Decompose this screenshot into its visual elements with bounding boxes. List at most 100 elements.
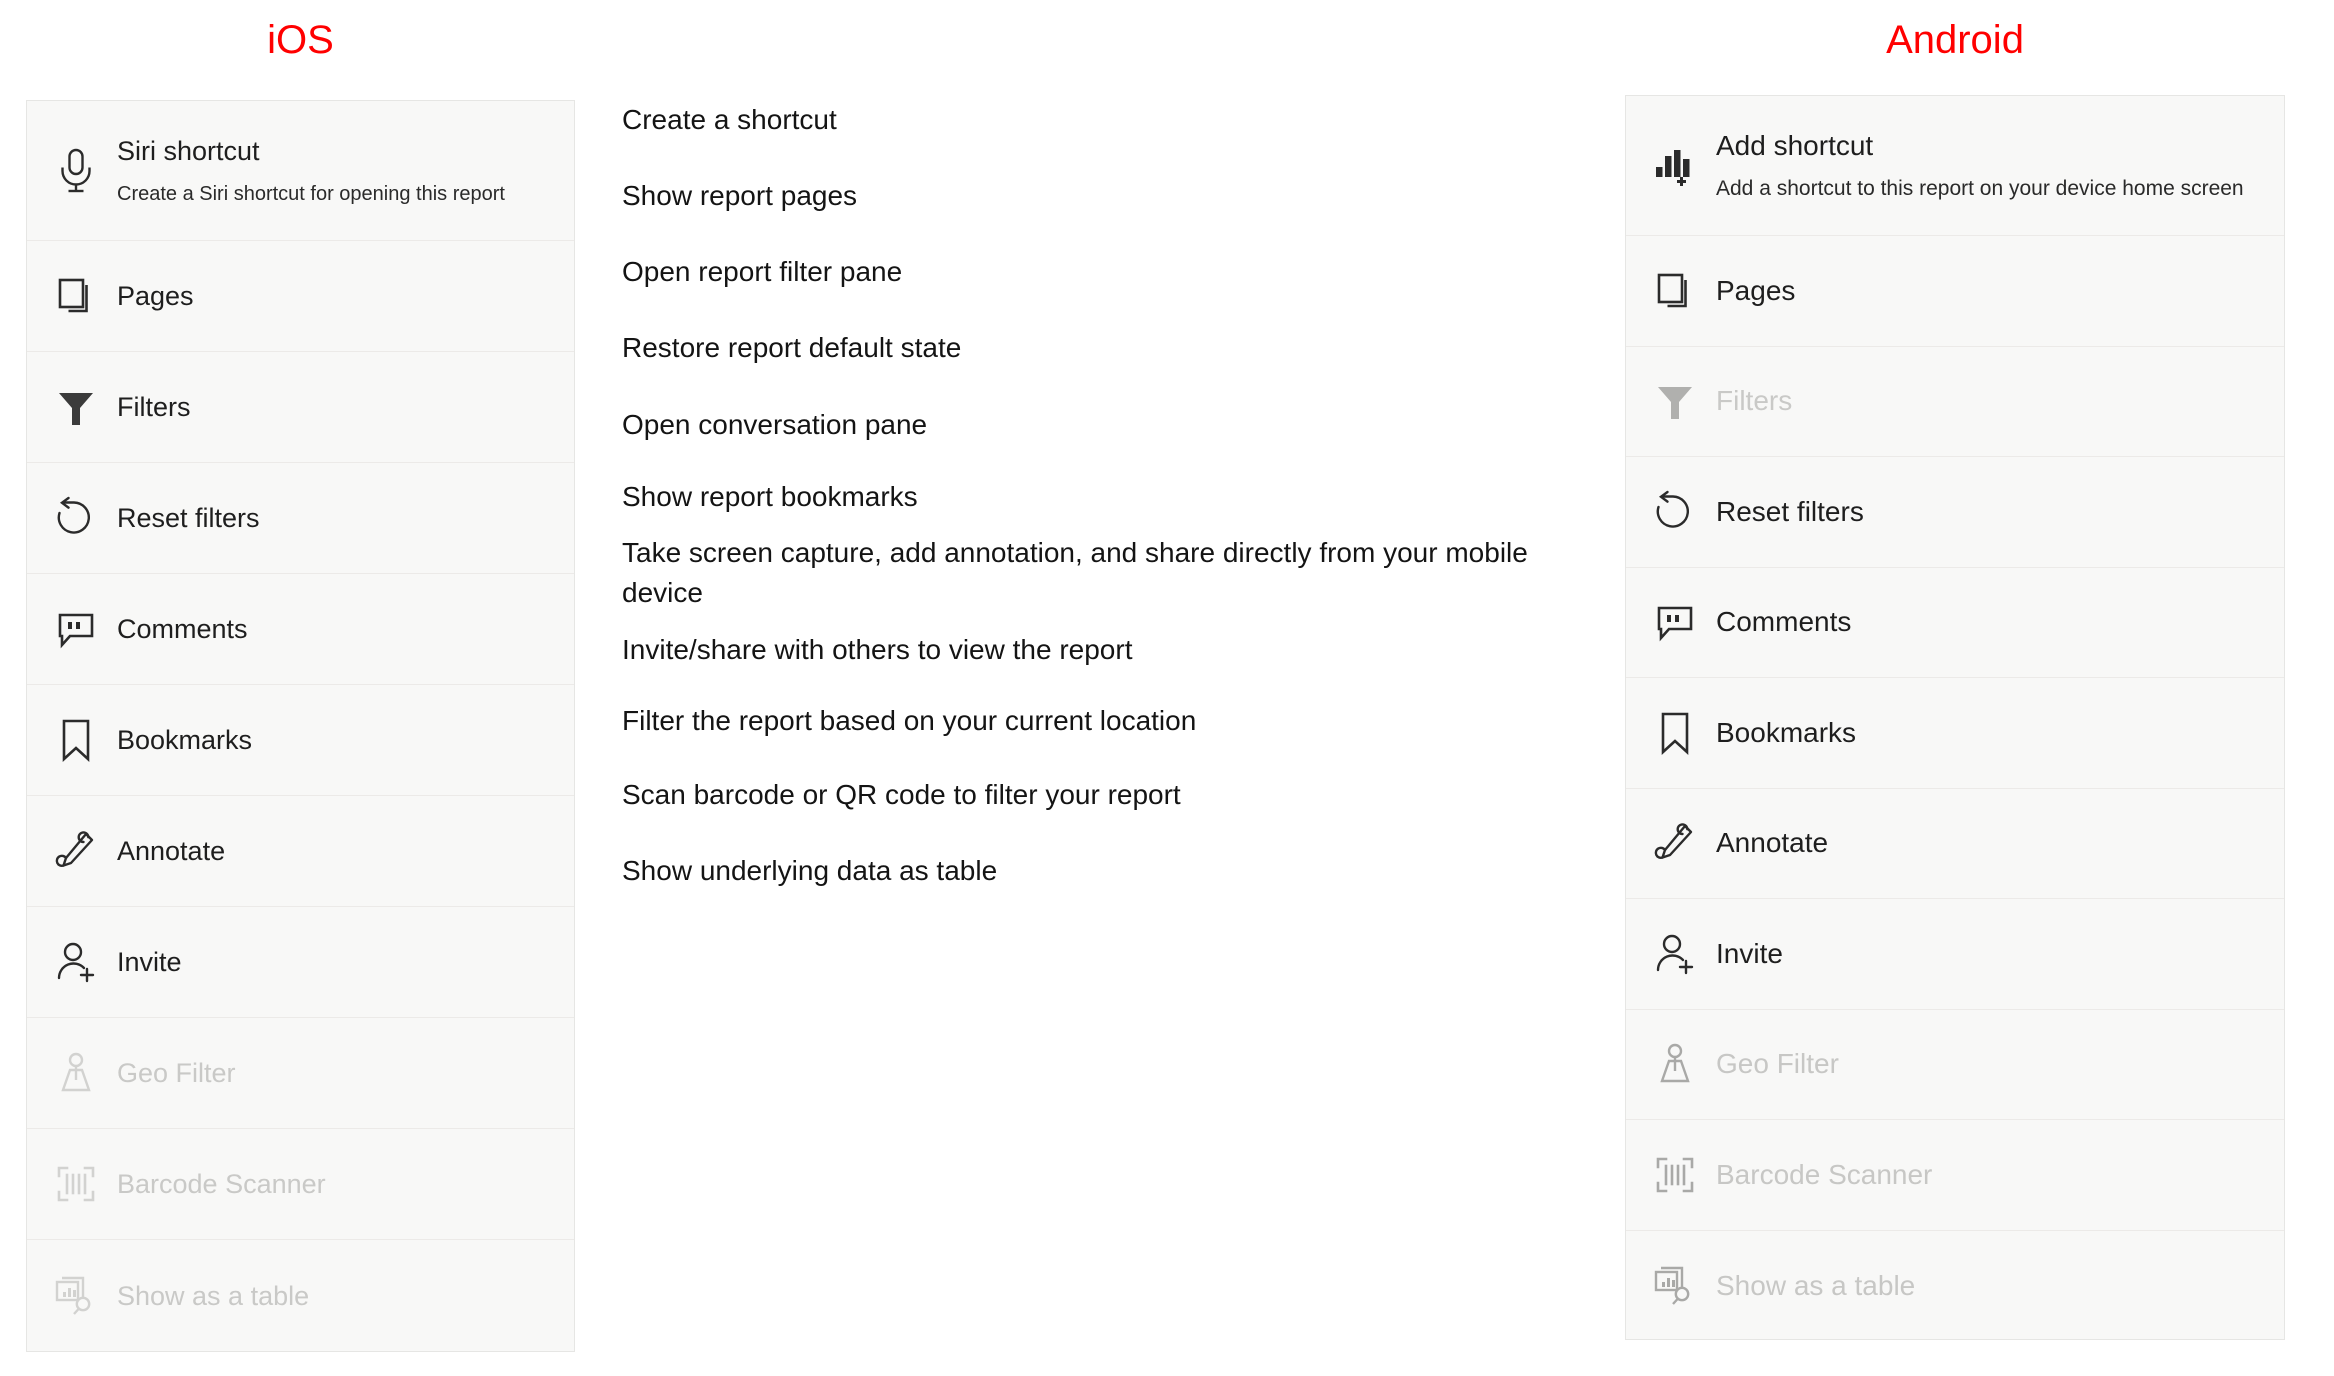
description-open-filter-pane: Open report filter pane: [622, 256, 903, 287]
android-list-item-geo-filter[interactable]: Geo Filter: [1626, 1010, 2284, 1120]
ios-list-item-label: Filters: [117, 392, 191, 422]
ios-list-item-text: Siri shortcut Create a Siri shortcut for…: [107, 134, 574, 207]
ios-column-header: iOS: [267, 18, 334, 62]
ios-list-item-comments[interactable]: Comments: [27, 574, 574, 685]
pages-icon: [1644, 260, 1706, 322]
android-list-item-text: Bookmarks: [1706, 716, 2284, 750]
ios-list-item-label: Siri shortcut: [117, 136, 260, 166]
ios-list-item-filters[interactable]: Filters: [27, 352, 574, 463]
android-list-item-comments[interactable]: Comments: [1626, 568, 2284, 678]
android-list-item-label: Filters: [1716, 385, 1793, 417]
geo-filter-icon: [45, 1042, 107, 1104]
ios-list-item-geo-filter[interactable]: Geo Filter: [27, 1018, 574, 1129]
android-list-item-filters[interactable]: Filters: [1626, 347, 2284, 457]
ios-list-item-text: Barcode Scanner: [107, 1167, 574, 1201]
ios-list-item-bookmarks[interactable]: Bookmarks: [27, 685, 574, 796]
android-list-item-bookmarks[interactable]: Bookmarks: [1626, 678, 2284, 789]
annotate-pen-icon: [1644, 812, 1706, 874]
description-restore-default: Restore report default state: [622, 332, 962, 363]
description-invite-share: Invite/share with others to view the rep…: [622, 634, 1133, 665]
ios-list-item-text: Filters: [107, 390, 574, 424]
description-barcode-scan: Scan barcode or QR code to filter your r…: [622, 779, 1181, 810]
description-geo-filter: Filter the report based on your current …: [622, 705, 1197, 736]
android-list-item-show-as-table[interactable]: Show as a table: [1626, 1231, 2284, 1342]
barcode-scanner-icon: [45, 1153, 107, 1215]
android-list-item-text: Pages: [1706, 274, 2284, 308]
ios-list-item-siri-shortcut[interactable]: Siri shortcut Create a Siri shortcut for…: [27, 101, 574, 241]
ios-list-item-sublabel: Create a Siri shortcut for opening this …: [117, 183, 505, 205]
ios-list-item-label: Reset filters: [117, 503, 260, 533]
android-list-item-label: Pages: [1716, 274, 1796, 306]
android-list-item-text: Geo Filter: [1706, 1047, 2284, 1081]
funnel-filter-icon: [1644, 370, 1706, 432]
android-list-item-text: Comments: [1706, 605, 2284, 639]
person-add-icon: [1644, 923, 1706, 985]
ios-list-item-text: Reset filters: [107, 501, 574, 535]
android-list-item-barcode-scanner[interactable]: Barcode Scanner: [1626, 1120, 2284, 1231]
ios-list-item-text: Invite: [107, 945, 574, 979]
ios-list-item-annotate[interactable]: Annotate: [27, 796, 574, 907]
android-list-item-label: Annotate: [1716, 827, 1829, 859]
android-menu-panel: Add shortcut Add a shortcut to this repo…: [1625, 95, 2285, 1340]
android-list-item-text: Filters: [1706, 384, 2284, 418]
barcode-scanner-icon: [1644, 1144, 1706, 1206]
ios-list-item-text: Bookmarks: [107, 723, 574, 757]
android-list-item-pages[interactable]: Pages: [1626, 236, 2284, 347]
android-list-item-text: Show as a table: [1706, 1269, 2284, 1303]
description-annotate: Take screen capture, add annotation, and…: [622, 537, 1528, 608]
description-open-conversation: Open conversation pane: [622, 409, 928, 440]
ios-list-item-text: Geo Filter: [107, 1056, 574, 1090]
ios-list-item-label: Pages: [117, 281, 194, 311]
show-as-table-icon: [45, 1265, 107, 1327]
ios-list-item-label: Barcode Scanner: [117, 1169, 326, 1199]
show-as-table-icon: [1644, 1255, 1706, 1317]
ios-list-item-barcode-scanner[interactable]: Barcode Scanner: [27, 1129, 574, 1240]
ios-menu-panel: Siri shortcut Create a Siri shortcut for…: [26, 100, 575, 1352]
android-list-item-annotate[interactable]: Annotate: [1626, 789, 2284, 899]
ios-list-item-text: Pages: [107, 279, 574, 313]
description-create-shortcut: Create a shortcut: [622, 104, 837, 135]
android-list-item-text: Reset filters: [1706, 495, 2284, 529]
description-show-bookmarks: Show report bookmarks: [622, 481, 918, 512]
description-show-as-table: Show underlying data as table: [622, 855, 998, 886]
description-column: Create a shortcut Show report pages Open…: [622, 100, 1562, 1352]
android-list-item-reset-filters[interactable]: Reset filters: [1626, 457, 2284, 568]
android-list-item-label: Add shortcut: [1716, 130, 1874, 161]
ios-list-item-reset-filters[interactable]: Reset filters: [27, 463, 574, 574]
ios-list-item-text: Show as a table: [107, 1279, 574, 1313]
android-list-item-label: Reset filters: [1716, 495, 1864, 527]
microphone-icon: [45, 140, 107, 202]
android-list-item-text: Invite: [1706, 937, 2284, 971]
person-add-icon: [45, 931, 107, 993]
ios-list-item-label: Show as a table: [117, 1280, 310, 1311]
description-show-report-pages: Show report pages: [622, 180, 858, 211]
ios-list-item-label: Invite: [117, 947, 182, 977]
android-list-item-sublabel: Add a shortcut to this report on your de…: [1716, 177, 2244, 200]
ios-list-item-show-as-table[interactable]: Show as a table: [27, 1240, 574, 1351]
android-list-item-invite[interactable]: Invite: [1626, 899, 2284, 1010]
geo-filter-icon: [1644, 1033, 1706, 1095]
android-list-item-label: Show as a table: [1716, 1269, 1916, 1301]
bar-chart-add-icon: [1644, 135, 1706, 197]
ios-list-item-text: Comments: [107, 612, 574, 646]
ios-list-item-label: Comments: [117, 614, 248, 644]
comment-bubble-icon: [1644, 591, 1706, 653]
android-list-item-label: Invite: [1716, 937, 1783, 969]
ios-list-item-pages[interactable]: Pages: [27, 241, 574, 352]
reset-undo-icon: [45, 487, 107, 549]
comment-bubble-icon: [45, 598, 107, 660]
pages-icon: [45, 265, 107, 327]
ios-list-item-label: Annotate: [117, 836, 226, 866]
android-list-item-label: Bookmarks: [1716, 716, 1857, 748]
android-list-item-text: Add shortcut Add a shortcut to this repo…: [1706, 129, 2284, 202]
android-column-header: Android: [1886, 18, 2024, 62]
ios-list-item-invite[interactable]: Invite: [27, 907, 574, 1018]
ios-list-item-label: Geo Filter: [117, 1058, 236, 1088]
reset-undo-icon: [1644, 481, 1706, 543]
funnel-filter-icon: [45, 376, 107, 438]
ios-list-item-label: Bookmarks: [117, 725, 253, 755]
android-list-item-text: Barcode Scanner: [1706, 1158, 2284, 1192]
android-list-item-label: Geo Filter: [1716, 1048, 1839, 1080]
annotate-pen-icon: [45, 820, 107, 882]
android-list-item-add-shortcut[interactable]: Add shortcut Add a shortcut to this repo…: [1626, 96, 2284, 236]
